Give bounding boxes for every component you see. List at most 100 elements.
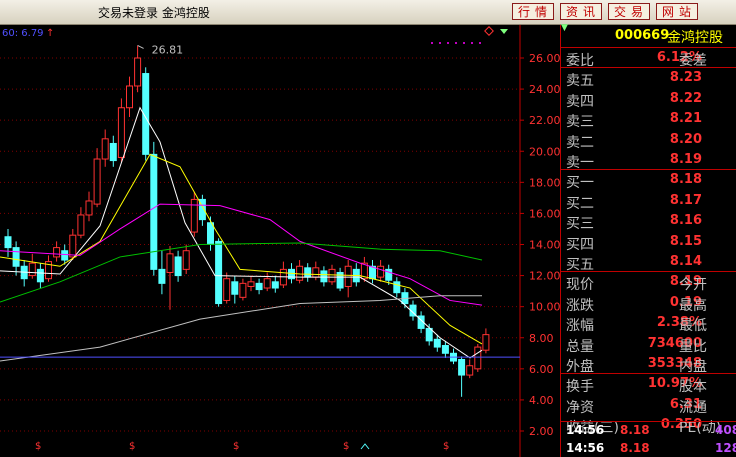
quote-row: 卖一 8.19 [561,151,736,171]
candle-body [126,85,133,109]
quote-row: 委比 6.12% 委差 [561,49,736,69]
candle-body [466,365,474,376]
quote-row: 买五 8.14 [561,253,736,273]
price-tick-label: 4.00 [529,394,554,407]
quote-row: 净资 6.31 流通 [561,396,736,416]
candle-body [182,250,190,270]
quote-label: 卖二 [566,134,594,151]
quote-label: 现价 [566,277,594,294]
quote-label-secondary: 量比 [679,338,707,355]
quote-header: ▼ 000669 金鸿控股 [561,23,736,47]
quote-label: 买一 [566,175,594,192]
event-marker-icon: $ [443,441,449,452]
tick-volume: 128 [715,441,736,455]
quote-row: 买四 8.15 [561,233,736,253]
divider [561,421,736,422]
quote-row: 涨幅 2.38% 最低 [561,314,736,334]
quote-row: 换手 10.97% 股本 [561,375,736,395]
quote-label: 涨跌 [566,297,594,314]
quote-value: 8.16 [669,213,702,229]
candle-body [239,282,247,298]
news-button[interactable]: 资讯 [560,3,602,20]
quote-label: 买二 [566,195,594,212]
quote-row: 买三 8.16 [561,212,736,232]
divider [561,271,736,273]
indicator-dot [439,42,441,44]
tick-price: 8.18 [620,423,650,437]
candle-body [158,268,166,284]
candle-body [458,359,466,376]
quote-label: 买三 [566,216,594,233]
trade-button[interactable]: 交易 [608,3,650,20]
indicator-dot [471,42,473,44]
stock-name: 金鸿控股 [667,30,723,46]
price-tick-label: 24.00 [529,83,560,96]
candle-body [207,222,214,246]
quotes-button[interactable]: 行情 [512,3,554,20]
candle-body [377,265,385,278]
quote-value: 8.14 [669,254,702,269]
candle-body [296,265,304,281]
stock-code: 000669 [615,28,670,43]
price-tick-label: 18.00 [529,176,560,189]
kline-chart[interactable]: 26.00 24.00 22.00 20.00 18.00 16.00 14.00 12.00… [0,25,560,457]
candle-body [85,200,93,216]
price-tick-label: 10.00 [529,301,560,314]
candle-body [53,247,61,258]
quote-label-secondary: 股本 [679,379,707,396]
candle-body [247,281,255,287]
quote-value: 8.20 [669,131,702,147]
event-marker-icon: $ [343,441,349,452]
event-arrow-icon [360,443,370,450]
price-tick-label: 12.00 [529,270,560,283]
candle-body [393,281,401,294]
website-button[interactable]: 网站 [656,3,698,20]
candle-body [263,278,271,289]
quote-row: 卖四 8.22 [561,90,736,110]
tick-time: 14:56 [566,423,605,437]
quote-value: 8.18 [669,172,702,188]
event-marker-icon: $ [35,441,41,452]
price-tick-label: 20.00 [529,145,560,158]
price-tick-label: 8.00 [529,332,554,345]
quote-row: 买二 8.17 [561,192,736,212]
candle-body [101,138,109,160]
candle-body [215,240,223,305]
title-bar: 交易未登录 金鸿控股 行情 资讯 交易 网站 [0,0,736,25]
candle-body [231,281,239,295]
quote-label: 涨幅 [566,318,594,335]
quote-value: 8.23 [669,70,702,86]
candle-body [166,253,174,273]
quote-value: 8.19 [669,152,702,167]
candle-body [271,281,279,289]
quote-panel: ▼ 000669 金鸿控股委比 6.12% 委差卖五 8.23 卖四 8.22 卖三 8.21 卖二… [560,23,736,457]
collapse-arrow-icon[interactable]: ▼ [561,23,568,33]
quote-value: 8.21 [669,111,702,127]
indicator-dot [431,42,433,44]
tick-time: 14:56 [566,441,605,455]
quote-value: 8.22 [669,90,702,106]
divider [561,67,736,69]
quote-label: 换手 [566,379,594,396]
quote-row: 涨跌 0.19 最高 [561,294,736,314]
quote-label-secondary: 最高 [679,297,707,314]
indicator-dot [479,42,481,44]
ma-up-arrow-icon: ↑ [46,28,54,39]
divider [561,373,736,375]
quote-row: 卖三 8.21 [561,110,736,130]
quote-value: 8.17 [669,192,702,208]
indicator-dot [455,42,457,44]
ma-indicator-label: 60: 6.79 [2,28,44,39]
quote-label: 卖三 [566,114,594,131]
quote-label: 卖五 [566,73,594,90]
candle-body [109,142,117,162]
quote-row: 卖五 8.23 [561,69,736,89]
quote-row: 外盘 353348 内盘 [561,355,736,375]
quote-row: 总量 734600 量比 [561,335,736,355]
candle-body [344,265,352,287]
window-title: 交易未登录 金鸿控股 [98,6,210,20]
price-tick-label: 22.00 [529,114,560,127]
candle-body [69,234,77,258]
price-tick-label: 6.00 [529,363,554,376]
candle-body [28,262,36,277]
